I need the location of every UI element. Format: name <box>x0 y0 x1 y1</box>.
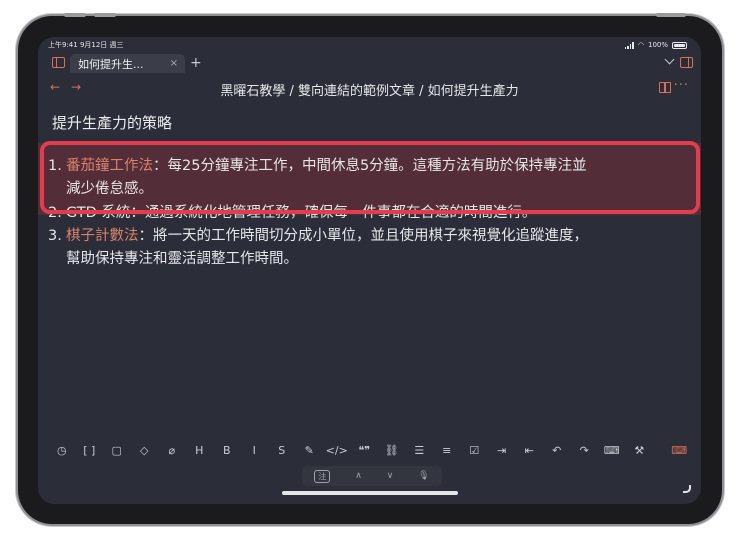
list-item-text: 幫助保持專注和靈活調整工作時間。 <box>66 251 298 267</box>
screen: 上午9:41 9月12日 週三 ◠ 100% 如何提升生... × + ← → … <box>38 37 701 504</box>
status-bar: 上午9:41 9月12日 週三 ◠ 100% <box>38 37 701 53</box>
keyboard-assistant-bar: 注 ∧ ∨ 🎙 <box>302 466 442 486</box>
left-sidebar-toggle-icon[interactable] <box>52 57 65 68</box>
annotation-highlight-box <box>40 141 700 214</box>
list-item-text: ：將一天的工作時間切分成小單位，並且使用棋子來視覺化追蹤進度， <box>138 228 589 244</box>
close-icon[interactable]: × <box>170 58 178 69</box>
brackets-icon[interactable]: [ ] <box>76 444 104 457</box>
document-heading[interactable]: 提升生產力的策略 <box>52 112 172 133</box>
reading-mode-icon[interactable] <box>659 82 671 93</box>
indent-icon[interactable]: ⇥ <box>488 444 516 457</box>
strikethrough-icon[interactable]: S <box>268 444 296 457</box>
battery-icon <box>672 41 687 49</box>
tag-icon[interactable]: ◇ <box>131 444 159 457</box>
bullet-list-icon[interactable]: ☰ <box>406 444 434 457</box>
bold-icon[interactable]: B <box>213 444 241 457</box>
list-item[interactable]: 3. 棋子計數法：將一天的工作時間切分成小單位，並且使用棋子來視覺化追蹤進度， … <box>48 225 696 271</box>
tab-label: 如何提升生... <box>78 57 144 71</box>
volume-button <box>94 13 116 17</box>
keyboard-hide-icon[interactable]: ⌨ <box>666 444 694 457</box>
input-language-button[interactable]: 注 <box>314 469 331 483</box>
code-icon[interactable]: </> <box>323 444 351 457</box>
list-item-keyword[interactable]: 棋子計數法 <box>66 228 139 244</box>
clock-icon[interactable]: ◷ <box>48 444 76 457</box>
checkbox-icon[interactable]: ☑ <box>461 444 489 457</box>
heading-icon[interactable]: H <box>186 444 214 457</box>
editing-toolbar: ◷[ ] ▢ ◇ ⌀ H B I S ✎ </> ❝❞ ⛓ ☰ ≡ ☑ ⇥ ⇤ ↶ ↷ ⌨ ⚒ ⌨ <box>48 439 693 461</box>
volume-button <box>64 13 86 17</box>
battery-percent: 100% <box>647 41 668 49</box>
chevron-down-icon[interactable] <box>664 54 675 65</box>
breadcrumb[interactable]: 黑曜石教學 / 雙向連結的範例文章 / 如何提升生產力 <box>38 80 701 99</box>
power-button <box>656 13 686 17</box>
chevron-up-icon[interactable]: ∧ <box>355 471 362 481</box>
tab-bar: 如何提升生... × + <box>38 54 701 74</box>
paperclip-icon[interactable]: ⌀ <box>158 444 186 457</box>
wrench-icon[interactable]: ⚒ <box>626 444 654 457</box>
list-number: 3. <box>48 228 62 244</box>
microphone-icon[interactable]: 🎙 <box>418 471 429 481</box>
chevron-down-icon[interactable]: ∨ <box>387 471 394 481</box>
home-indicator[interactable] <box>282 491 458 495</box>
redo-icon[interactable]: ↷ <box>571 444 599 457</box>
file-icon[interactable]: ▢ <box>103 444 131 457</box>
outdent-icon[interactable]: ⇤ <box>516 444 544 457</box>
cellular-icon <box>624 41 634 49</box>
more-options-icon[interactable]: ··· <box>674 78 689 93</box>
italic-icon[interactable]: I <box>241 444 269 457</box>
wifi-icon: ◠ <box>637 41 644 49</box>
tab-active[interactable]: 如何提升生... × <box>70 54 185 73</box>
right-sidebar-toggle-icon[interactable] <box>680 57 693 68</box>
highlight-icon[interactable]: ✎ <box>296 444 324 457</box>
command-palette-icon[interactable]: ⌨ <box>598 444 626 457</box>
numbered-list-icon[interactable]: ≡ <box>433 444 461 457</box>
status-time-date: 上午9:41 9月12日 週三 <box>48 41 124 49</box>
nav-bar: ← → 黑曜石教學 / 雙向連結的範例文章 / 如何提升生產力 ··· <box>38 77 701 101</box>
undo-icon[interactable]: ↶ <box>543 444 571 457</box>
resize-handle-icon[interactable] <box>683 485 691 493</box>
new-tab-button[interactable]: + <box>190 55 202 71</box>
quote-icon[interactable]: ❝❞ <box>351 444 379 457</box>
link-icon[interactable]: ⛓ <box>378 444 406 457</box>
